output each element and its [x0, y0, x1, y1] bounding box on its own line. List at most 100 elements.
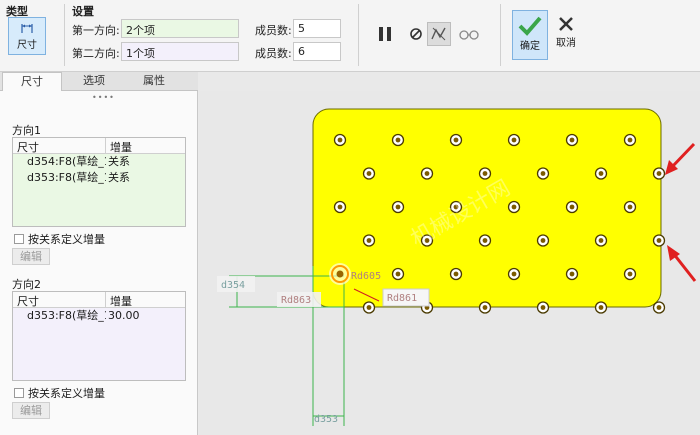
dimension-cell: d353:F8(草绘_1) — [27, 309, 106, 322]
hole[interactable] — [391, 133, 405, 147]
ok-button[interactable]: 确定 — [512, 10, 548, 60]
cancel-label: 取消 — [556, 38, 576, 49]
no-preview-icon — [410, 28, 422, 40]
hole[interactable] — [565, 267, 579, 281]
close-icon — [559, 17, 573, 31]
table-row[interactable]: d353:F8(草绘_1) 关系 — [13, 170, 185, 186]
members2-input[interactable]: 6 — [293, 42, 341, 61]
cancel-button[interactable]: 取消 — [550, 10, 582, 60]
panel-resize-grip[interactable]: •••• — [92, 93, 115, 102]
hole[interactable] — [449, 133, 463, 147]
ribbon-separator — [358, 4, 359, 66]
increment-cell: 关系 — [108, 155, 130, 168]
geometry-check-icon — [431, 27, 446, 41]
dimension-type-label: 尺寸 — [17, 39, 37, 51]
hole[interactable] — [536, 167, 550, 180]
ok-label: 确定 — [520, 41, 540, 52]
hole[interactable] — [594, 167, 608, 180]
dimension-cell: d354:F8(草绘_1) — [27, 155, 106, 168]
increment-cell: 30.00 — [108, 309, 140, 322]
ribbon: 类型 尺寸 设置 第一方向: 2个项 第二方向: 1个项 成员数: 5 成员数:… — [0, 0, 700, 72]
dir1-collector[interactable]: 2个项 — [121, 19, 239, 38]
dimension-cell: d353:F8(草绘_1) — [27, 171, 106, 184]
hole[interactable] — [536, 234, 550, 247]
pause-button[interactable] — [373, 22, 397, 46]
settings-group-title: 设置 — [72, 5, 94, 18]
red-arrow-icon — [665, 142, 696, 175]
dim-label-rd605[interactable]: Rd605 — [351, 271, 381, 282]
hole[interactable] — [478, 301, 492, 314]
increment-cell: 关系 — [108, 171, 130, 184]
col-increment-header: 增量 — [110, 141, 132, 154]
hole[interactable] — [391, 267, 405, 281]
table-row[interactable]: d353:F8(草绘_1) 30.00 — [13, 308, 185, 324]
table-row[interactable]: d354:F8(草绘_1) 关系 — [13, 154, 185, 170]
checkbox-box[interactable] — [14, 388, 24, 398]
dimension-type-button[interactable]: 尺寸 — [8, 17, 46, 55]
dir1-relation-checkbox[interactable]: 按关系定义增量 — [14, 231, 105, 247]
tab-options[interactable]: 选项 — [64, 72, 124, 91]
hole[interactable] — [623, 133, 637, 147]
dir2-edit-button[interactable]: 编辑 — [12, 402, 50, 419]
no-preview-button[interactable] — [404, 22, 428, 46]
hole[interactable] — [536, 301, 550, 314]
hole[interactable] — [478, 234, 492, 247]
dir1-label: 第一方向: — [72, 24, 120, 37]
hole[interactable] — [594, 234, 608, 247]
dimensions-panel: •••• 方向1 尺寸 增量 d354:F8(草绘_1) 关系 d353:F8(… — [0, 91, 198, 435]
dimension-type-icon — [21, 23, 33, 33]
hole[interactable] — [652, 167, 666, 180]
hole[interactable] — [478, 167, 492, 180]
dir1-relation-label: 按关系定义增量 — [28, 233, 105, 246]
hole[interactable] — [449, 267, 463, 281]
members1-input[interactable]: 5 — [293, 19, 341, 38]
hole[interactable] — [391, 200, 405, 214]
red-arrow-icon — [667, 245, 697, 282]
col-dimension-header: 尺寸 — [13, 138, 106, 154]
graphics-canvas[interactable]: d354 Rd863 Rd861 Rd605 d353 机械设计网 — [199, 91, 700, 435]
dir2-table-header: 尺寸 增量 — [13, 292, 185, 308]
glasses-button[interactable] — [457, 22, 481, 46]
members2-label: 成员数: — [255, 47, 292, 60]
hole[interactable] — [333, 133, 347, 147]
dir1-edit-button[interactable]: 编辑 — [12, 248, 50, 265]
ribbon-separator — [500, 4, 501, 66]
hole[interactable] — [362, 234, 376, 247]
dim-label-d354[interactable]: d354 — [221, 280, 245, 291]
checkbox-box[interactable] — [14, 234, 24, 244]
model-view: d354 Rd863 Rd861 Rd605 d353 机械设计网 — [217, 108, 697, 426]
hole[interactable] — [652, 301, 666, 314]
hole[interactable] — [362, 301, 376, 314]
tab-properties[interactable]: 属性 — [124, 72, 184, 91]
hole[interactable] — [594, 301, 608, 314]
col-increment-header: 增量 — [110, 295, 132, 308]
hole[interactable] — [623, 267, 637, 281]
dim-label-rd861[interactable]: Rd861 — [387, 293, 417, 304]
dir2-collector[interactable]: 1个项 — [121, 42, 239, 61]
hole[interactable] — [507, 267, 521, 281]
hole[interactable] — [565, 133, 579, 147]
hole[interactable] — [565, 200, 579, 214]
dir2-relation-label: 按关系定义增量 — [28, 387, 105, 400]
dir2-table: 尺寸 增量 d353:F8(草绘_1) 30.00 — [12, 291, 186, 381]
dim-label-rd863[interactable]: Rd863 — [281, 295, 311, 306]
dir1-table: 尺寸 增量 d354:F8(草绘_1) 关系 d353:F8(草绘_1) 关系 — [12, 137, 186, 227]
hole[interactable] — [507, 200, 521, 214]
tab-dimensions[interactable]: 尺寸 — [2, 72, 62, 91]
dim-label-d353[interactable]: d353 — [314, 414, 338, 425]
geometry-check-button[interactable] — [427, 22, 451, 46]
glasses-icon — [459, 30, 479, 40]
dir2-label: 第二方向: — [72, 47, 120, 60]
hole[interactable] — [362, 167, 376, 180]
hole[interactable] — [333, 200, 347, 214]
hole[interactable] — [507, 133, 521, 147]
dir2-relation-checkbox[interactable]: 按关系定义增量 — [14, 385, 105, 401]
tab-bar: 尺寸 选项 属性 — [0, 72, 198, 91]
hole[interactable] — [420, 167, 434, 180]
dir1-table-header: 尺寸 增量 — [13, 138, 185, 154]
hole[interactable] — [623, 200, 637, 214]
tab-bar-filler — [198, 72, 700, 91]
members1-label: 成员数: — [255, 24, 292, 37]
hole[interactable] — [652, 234, 666, 247]
checkmark-icon — [518, 16, 542, 36]
